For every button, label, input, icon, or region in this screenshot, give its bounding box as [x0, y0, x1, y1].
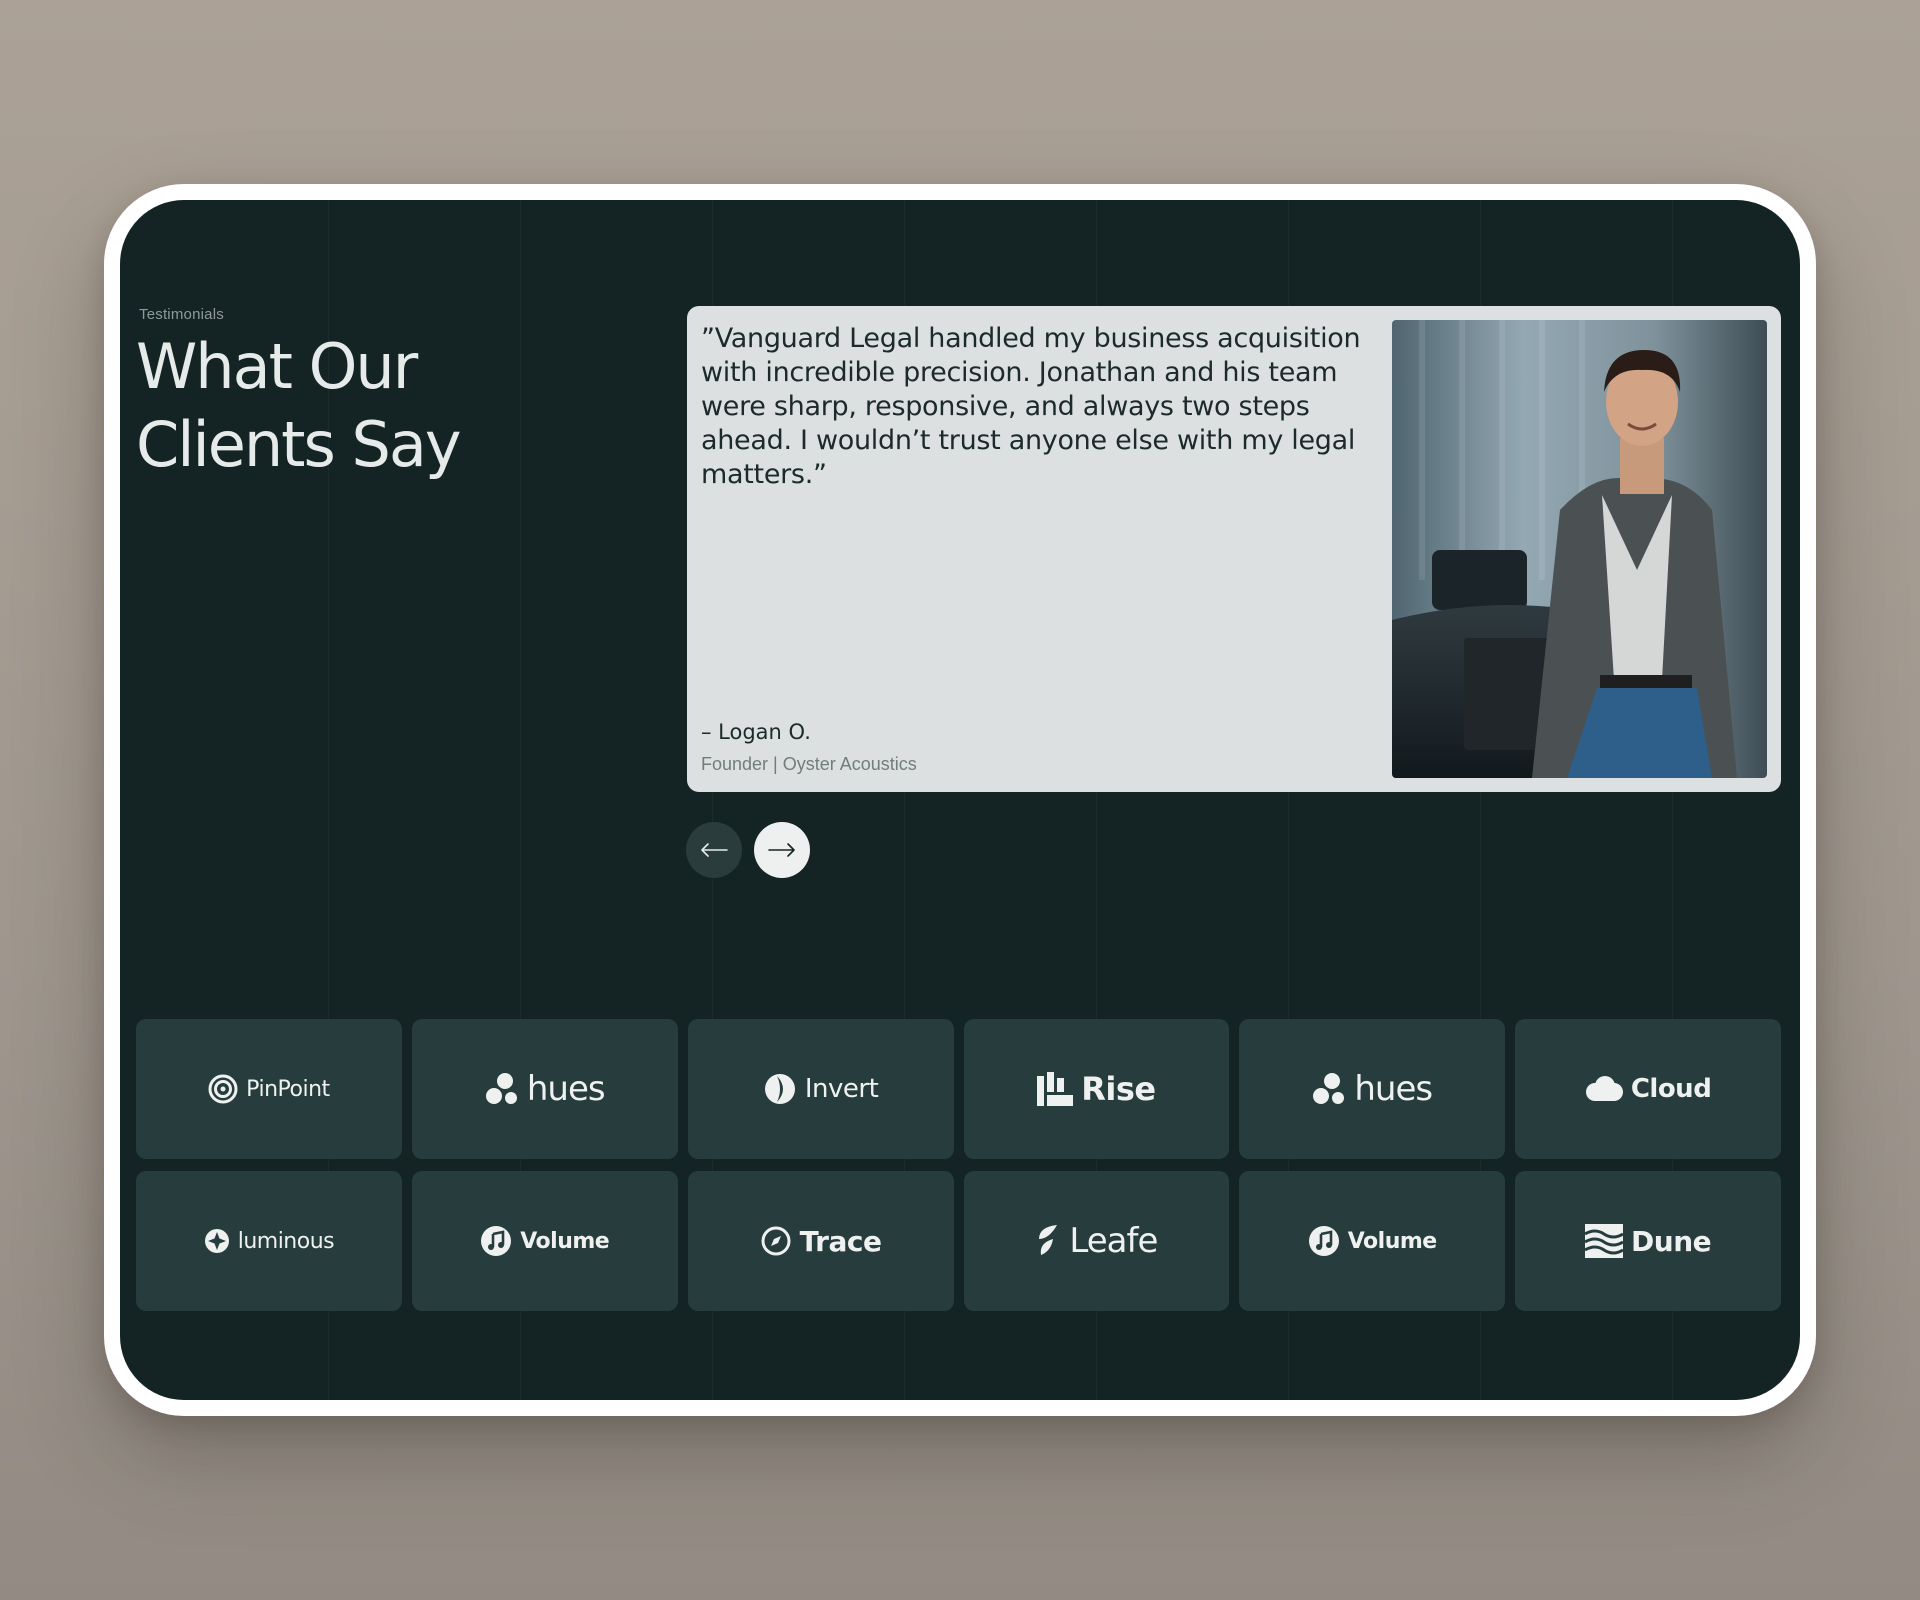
title-line-1: What Our	[136, 330, 418, 403]
logo-name: hues	[1354, 1069, 1433, 1109]
crescent-icon	[764, 1074, 795, 1104]
logo-name: Rise	[1081, 1070, 1156, 1108]
logo-name: luminous	[237, 1228, 335, 1254]
client-logo-grid: PinPoint hues Invert Rise hues Cloud lum…	[136, 1019, 1781, 1311]
target-icon	[208, 1074, 238, 1104]
star-badge-icon	[204, 1229, 229, 1253]
logo-name: Trace	[799, 1224, 882, 1258]
logo-name: Dune	[1631, 1224, 1712, 1258]
logo-name: Cloud	[1630, 1074, 1712, 1104]
portrait-photo	[1392, 320, 1767, 778]
blob-icon	[485, 1073, 517, 1104]
previous-testimonial-button[interactable]	[686, 822, 742, 878]
device-frame: Testimonials What Our Clients Say ”Vangu…	[104, 184, 1816, 1416]
logo-tile-hues: hues	[411, 1019, 678, 1159]
section-eyebrow: Testimonials	[139, 306, 224, 323]
logo-tile-hues-2: hues	[1239, 1019, 1506, 1159]
page-title: What Our Clients Say	[136, 328, 696, 484]
bars-icon	[1037, 1072, 1074, 1106]
arrow-left-icon	[701, 843, 728, 857]
logo-name: PinPoint	[246, 1076, 330, 1102]
logo-name: hues	[526, 1069, 606, 1109]
logo-name: Leafe	[1069, 1221, 1158, 1261]
logo-name: Invert	[804, 1074, 879, 1104]
music-note-icon	[1308, 1226, 1339, 1256]
portrait-illustration	[1392, 320, 1767, 778]
logo-tile-leafe: Leafe	[963, 1171, 1230, 1311]
testimonial-card: ”Vanguard Legal handled my business acqu…	[687, 306, 1781, 792]
leaf-icon	[1039, 1225, 1058, 1255]
testimonials-screen: Testimonials What Our Clients Say ”Vangu…	[120, 200, 1800, 1400]
testimonial-role: Founder | Oyster Acoustics	[701, 754, 917, 774]
waves-icon	[1585, 1224, 1624, 1258]
blob-icon	[1313, 1073, 1345, 1104]
arrow-right-icon	[768, 843, 795, 857]
logo-tile-dune: Dune	[1515, 1171, 1781, 1311]
testimonial-quote: ”Vanguard Legal handled my business acqu…	[701, 323, 1361, 490]
logo-tile-volume: Volume	[411, 1171, 678, 1311]
next-testimonial-button[interactable]	[754, 822, 810, 878]
logo-tile-pinpoint: PinPoint	[136, 1019, 402, 1159]
logo-tile-trace: Trace	[687, 1171, 954, 1311]
logo-name: Volume	[520, 1228, 610, 1254]
logo-tile-rise: Rise	[963, 1019, 1230, 1159]
music-note-icon	[481, 1226, 512, 1256]
cloud-icon	[1585, 1076, 1623, 1101]
logo-tile-volume-2: Volume	[1239, 1171, 1506, 1311]
logo-name: Volume	[1347, 1228, 1438, 1254]
title-line-2: Clients Say	[136, 408, 462, 481]
logo-tile-luminous: luminous	[136, 1171, 402, 1311]
compass-icon	[761, 1226, 791, 1256]
testimonial-author: – Logan O.	[701, 720, 811, 744]
logo-tile-invert: Invert	[687, 1019, 954, 1159]
logo-tile-cloud: Cloud	[1515, 1019, 1781, 1159]
